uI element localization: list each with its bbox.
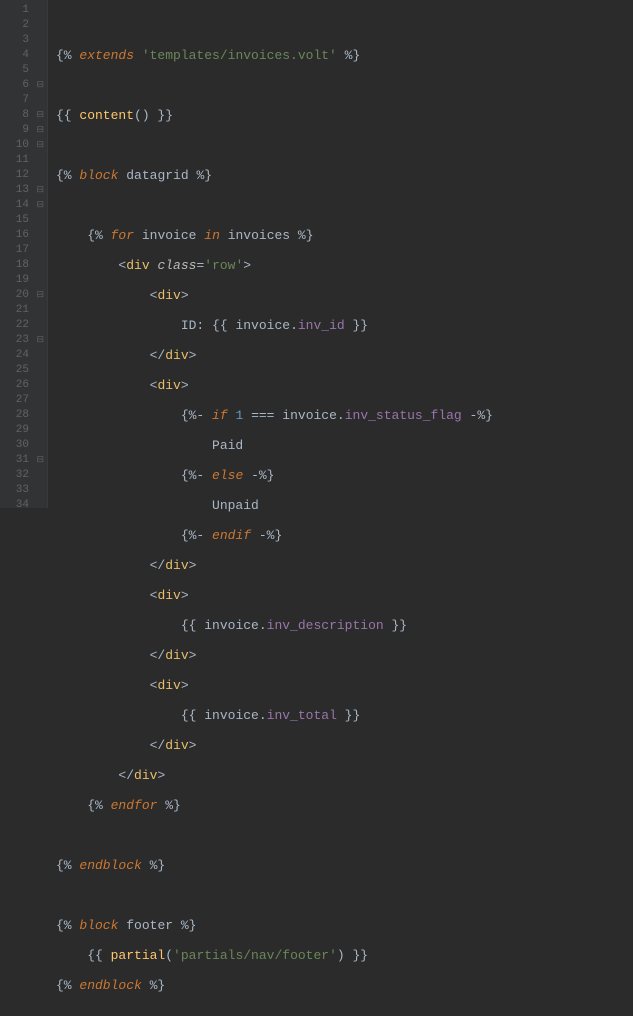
fold-icon[interactable]: ⊟ — [35, 81, 44, 90]
code-line: ID: {{ invoice.inv_id }} — [56, 318, 633, 333]
code-line: {{ content() }} — [56, 108, 633, 123]
line-number: 19 — [0, 273, 47, 288]
code-line — [56, 138, 633, 153]
line-number: 8⊟ — [0, 108, 47, 123]
code-line: Unpaid — [56, 498, 633, 513]
fold-icon[interactable]: ⊟ — [35, 201, 44, 210]
code-line: </div> — [56, 348, 633, 363]
code-line — [56, 1008, 633, 1016]
code-line: {%- if 1 === invoice.inv_status_flag -%} — [56, 408, 633, 423]
line-gutter: 1 2 3 4 5 6⊟ 7 8⊟ 9⊟ 10⊟ 11 12 13⊟ 14⊟ 1… — [0, 0, 48, 508]
line-number: 26 — [0, 378, 47, 393]
code-line: <div> — [56, 588, 633, 603]
line-number: 21 — [0, 303, 47, 318]
code-line: <div> — [56, 378, 633, 393]
fold-icon[interactable]: ⊟ — [35, 456, 44, 465]
line-number: 17 — [0, 243, 47, 258]
line-number: 6⊟ — [0, 78, 47, 93]
code-line: {{ partial('partials/nav/footer') }} — [56, 948, 633, 963]
code-line: {% endblock %} — [56, 858, 633, 873]
code-line: </div> — [56, 738, 633, 753]
code-line: {%- else -%} — [56, 468, 633, 483]
fold-icon[interactable]: ⊟ — [35, 111, 44, 120]
fold-icon[interactable]: ⊟ — [35, 186, 44, 195]
line-number: 1 — [0, 3, 47, 18]
code-line: </div> — [56, 648, 633, 663]
line-number: 28 — [0, 408, 47, 423]
line-number: 33 — [0, 483, 47, 498]
code-line: {{ invoice.inv_description }} — [56, 618, 633, 633]
fold-icon[interactable]: ⊟ — [35, 291, 44, 300]
line-number: 11 — [0, 153, 47, 168]
code-line — [56, 888, 633, 903]
fold-icon[interactable]: ⊟ — [35, 141, 44, 150]
code-line: {% block footer %} — [56, 918, 633, 933]
line-number: 9⊟ — [0, 123, 47, 138]
code-line: {% extends 'templates/invoices.volt' %} — [56, 48, 633, 63]
code-line: <div class='row'> — [56, 258, 633, 273]
fold-icon[interactable]: ⊟ — [35, 126, 44, 135]
code-line: {% for invoice in invoices %} — [56, 228, 633, 243]
fold-icon[interactable]: ⊟ — [35, 336, 44, 345]
code-line: {{ invoice.inv_total }} — [56, 708, 633, 723]
line-number: 4 — [0, 48, 47, 63]
code-line — [56, 198, 633, 213]
code-line — [56, 78, 633, 93]
code-line: </div> — [56, 558, 633, 573]
code-line: <div> — [56, 678, 633, 693]
line-number: 24 — [0, 348, 47, 363]
line-number: 13⊟ — [0, 183, 47, 198]
line-number: 7 — [0, 93, 47, 108]
line-number: 18 — [0, 258, 47, 273]
line-number: 34 — [0, 498, 47, 513]
line-number: 22 — [0, 318, 47, 333]
line-number: 27 — [0, 393, 47, 408]
line-number: 25 — [0, 363, 47, 378]
code-line: {% block datagrid %} — [56, 168, 633, 183]
line-number: 31⊟ — [0, 453, 47, 468]
line-number: 3 — [0, 33, 47, 48]
code-line — [56, 828, 633, 843]
line-number: 23⊟ — [0, 333, 47, 348]
code-line: {% endblock %} — [56, 978, 633, 993]
code-line: {% endfor %} — [56, 798, 633, 813]
line-number: 20⊟ — [0, 288, 47, 303]
line-number: 30 — [0, 438, 47, 453]
line-number: 15 — [0, 213, 47, 228]
code-line: <div> — [56, 288, 633, 303]
line-number: 5 — [0, 63, 47, 78]
line-number: 32 — [0, 468, 47, 483]
code-line: </div> — [56, 768, 633, 783]
line-number: 14⊟ — [0, 198, 47, 213]
code-editor[interactable]: {% extends 'templates/invoices.volt' %} … — [48, 0, 633, 508]
code-line: Paid — [56, 438, 633, 453]
line-number: 12 — [0, 168, 47, 183]
code-line: {%- endif -%} — [56, 528, 633, 543]
line-number: 16 — [0, 228, 47, 243]
code-line — [56, 18, 633, 33]
line-number: 10⊟ — [0, 138, 47, 153]
line-number: 29 — [0, 423, 47, 438]
line-number: 2 — [0, 18, 47, 33]
